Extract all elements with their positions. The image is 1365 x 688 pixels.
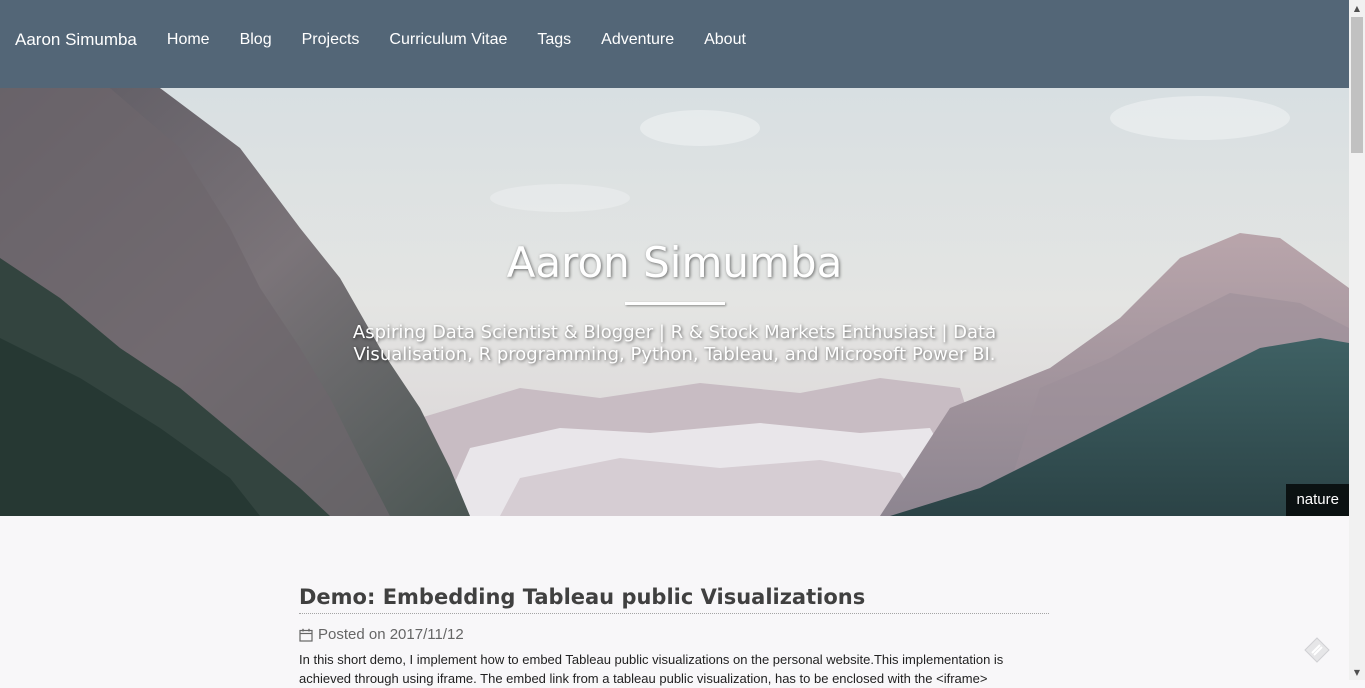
post-title-link[interactable]: Demo: Embedding Tableau public Visualiza… xyxy=(299,583,1049,614)
nav-link-cv[interactable]: Curriculum Vitae xyxy=(374,31,522,49)
scroll-up-arrow-icon[interactable]: ▲ xyxy=(1349,0,1365,16)
site-title: Aaron Simumba xyxy=(506,238,843,287)
hero-banner: Aaron Simumba Aspiring Data Scientist & … xyxy=(0,88,1349,516)
post-meta: Posted on 2017/11/12 xyxy=(299,626,1049,643)
calendar-icon xyxy=(299,628,313,642)
nav-link-tags[interactable]: Tags xyxy=(522,31,586,49)
vertical-scrollbar[interactable]: ▲ ▼ xyxy=(1349,0,1365,680)
post-preview: Demo: Embedding Tableau public Visualiza… xyxy=(299,583,1049,688)
scrollbar-thumb[interactable] xyxy=(1351,17,1363,153)
nav-link-home[interactable]: Home xyxy=(152,31,225,49)
top-navbar: Aaron Simumba Home Blog Projects Curricu… xyxy=(0,0,1349,88)
nav-link-adventure[interactable]: Adventure xyxy=(586,31,689,49)
nav-link-about[interactable]: About xyxy=(689,31,761,49)
site-subtitle: Aspiring Data Scientist & Blogger | R & … xyxy=(352,322,997,365)
post-excerpt: In this short demo, I implement how to e… xyxy=(299,652,1004,686)
post-date: Posted on 2017/11/12 xyxy=(318,626,464,643)
nav-link-projects[interactable]: Projects xyxy=(287,31,375,49)
image-tag-badge[interactable]: nature xyxy=(1286,484,1349,516)
nav-brand-link[interactable]: Aaron Simumba xyxy=(0,31,152,49)
feedback-icon[interactable] xyxy=(1303,636,1331,664)
nav-link-blog[interactable]: Blog xyxy=(225,31,287,49)
scroll-down-arrow-icon[interactable]: ▼ xyxy=(1349,664,1365,680)
title-divider xyxy=(625,302,725,305)
